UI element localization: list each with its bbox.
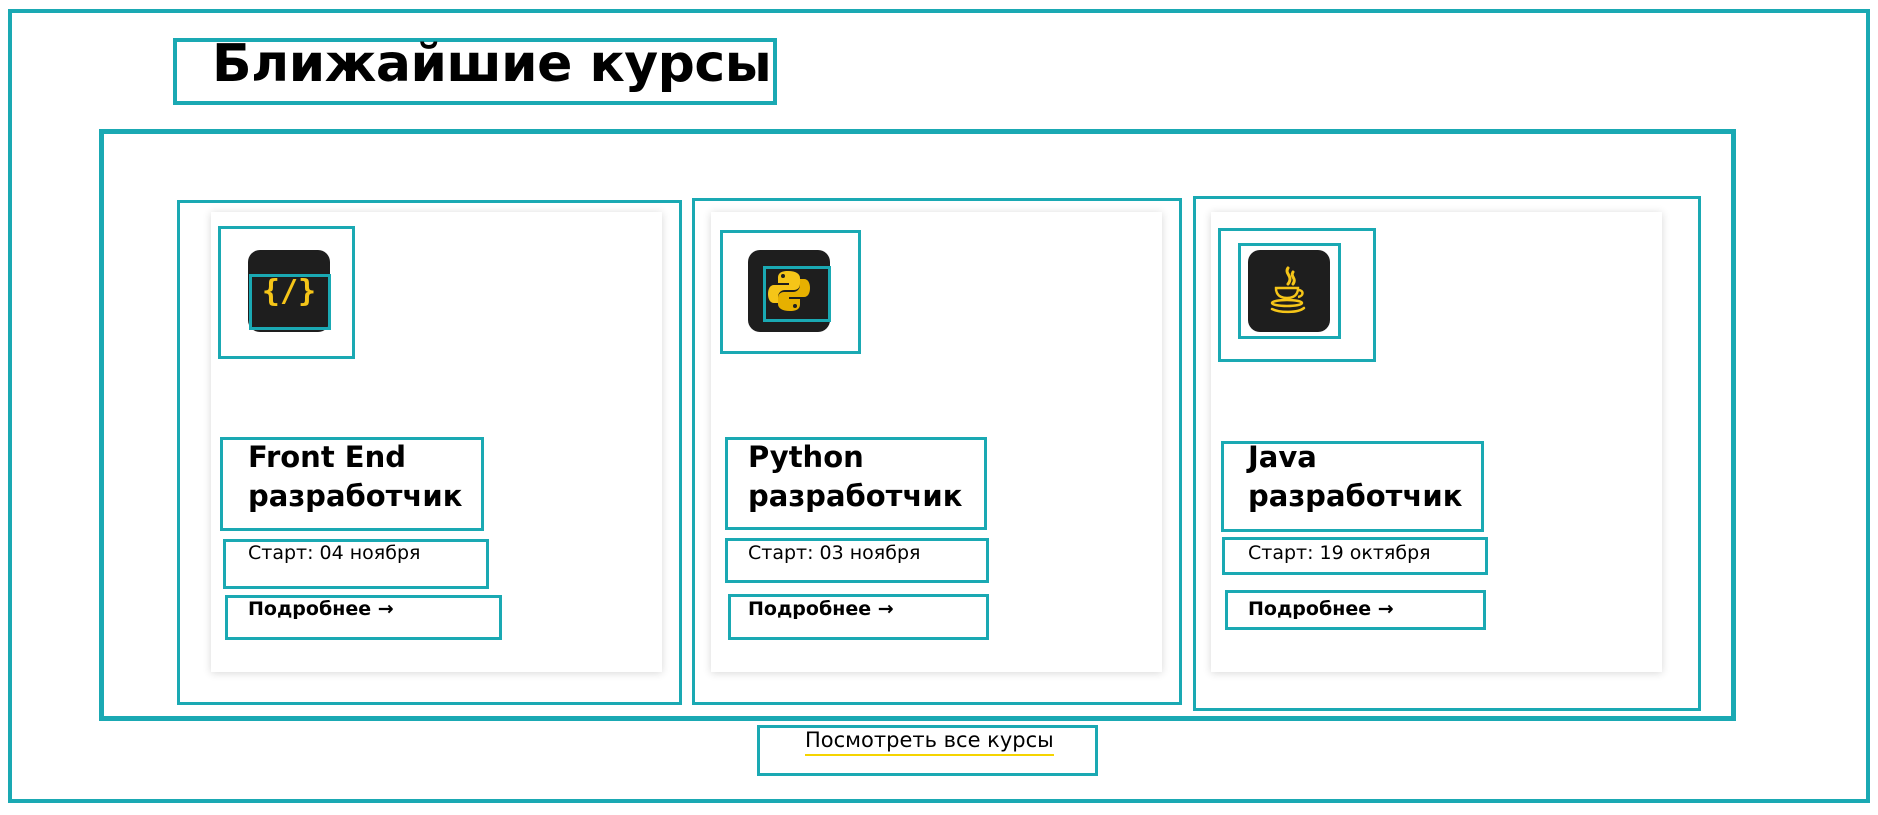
start-frame-java — [1222, 537, 1488, 575]
start-frame-frontend — [223, 539, 489, 589]
all-courses-link[interactable]: Посмотреть все курсы — [805, 727, 1054, 756]
icon-inner-frame-python — [763, 266, 831, 322]
title-frame-frontend — [220, 437, 484, 531]
section-title: Ближайшие курсы — [212, 34, 772, 94]
title-frame-python — [725, 437, 987, 530]
link-frame-frontend — [225, 595, 502, 640]
link-frame-java — [1225, 590, 1486, 630]
start-frame-python — [725, 538, 989, 583]
link-frame-python — [728, 594, 989, 640]
icon-inner-frame-frontend — [249, 274, 331, 330]
icon-inner-frame-java — [1238, 243, 1341, 339]
title-frame-java — [1221, 441, 1484, 532]
